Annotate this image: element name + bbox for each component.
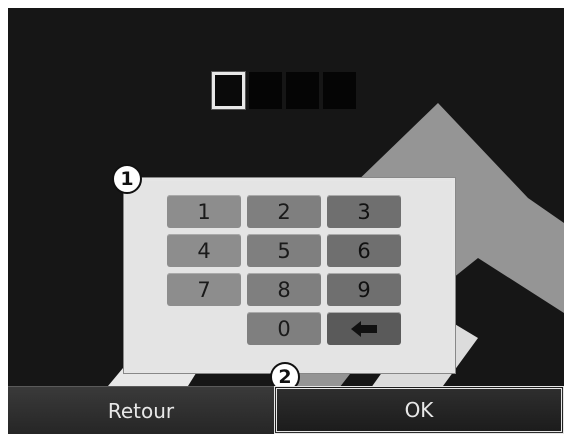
pin-digit-3 bbox=[286, 72, 319, 109]
back-button[interactable]: Retour bbox=[8, 386, 274, 434]
pin-entry bbox=[212, 72, 356, 109]
pin-digit-4 bbox=[323, 72, 356, 109]
key-2[interactable]: 2 bbox=[247, 195, 321, 228]
pin-digit-2 bbox=[249, 72, 282, 109]
pin-digit-1 bbox=[212, 72, 245, 109]
backspace-key[interactable] bbox=[327, 312, 401, 345]
key-4[interactable]: 4 bbox=[167, 234, 241, 267]
keypad-panel: 1 2 3 4 5 6 7 8 9 0 bbox=[123, 177, 456, 374]
key-0[interactable]: 0 bbox=[247, 312, 321, 345]
callout-keypad: 1 bbox=[112, 164, 142, 194]
ok-button[interactable]: OK bbox=[274, 386, 564, 434]
key-8[interactable]: 8 bbox=[247, 273, 321, 306]
manual-illustration: 1 2 3 4 5 6 7 8 9 0 1 2 Retour OK bbox=[0, 0, 572, 441]
key-1[interactable]: 1 bbox=[167, 195, 241, 228]
key-5[interactable]: 5 bbox=[247, 234, 321, 267]
bottom-bar: Retour OK bbox=[8, 386, 564, 434]
numeric-keypad: 1 2 3 4 5 6 7 8 9 0 bbox=[167, 195, 452, 345]
key-3[interactable]: 3 bbox=[327, 195, 401, 228]
camera-screen: 1 2 3 4 5 6 7 8 9 0 1 2 Retour OK bbox=[8, 8, 564, 434]
key-blank bbox=[167, 312, 241, 345]
key-7[interactable]: 7 bbox=[167, 273, 241, 306]
key-9[interactable]: 9 bbox=[327, 273, 401, 306]
backspace-arrow-icon bbox=[351, 320, 377, 337]
key-6[interactable]: 6 bbox=[327, 234, 401, 267]
